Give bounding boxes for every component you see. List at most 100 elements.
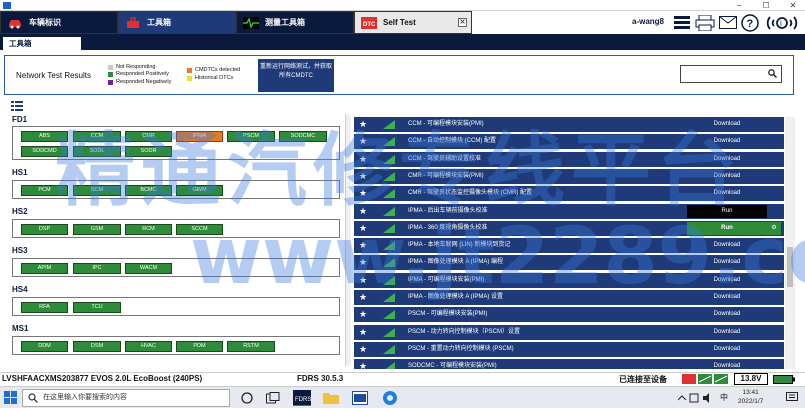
fdrs-app-icon[interactable]: FDRS <box>293 390 311 408</box>
tool-action-button[interactable]: Download <box>687 308 767 321</box>
module-button-pdm[interactable]: PDM <box>176 341 223 352</box>
module-button-sodl[interactable]: SODL <box>73 146 121 157</box>
tool-action-button[interactable]: Download <box>687 326 767 339</box>
settings-icon[interactable]: ⚙ <box>767 222 781 235</box>
module-button-gwm[interactable]: GWM <box>176 185 223 196</box>
left-scrollbar[interactable] <box>345 114 351 366</box>
tool-row[interactable]: ★ CCM - 驾驶员辅助设置校准 Download <box>354 152 784 168</box>
tool-row[interactable]: ★ IPMA - 后出车辆前摄像头校准 Run <box>354 204 784 220</box>
module-button-gsm[interactable]: GSM <box>73 224 121 235</box>
minimize-button[interactable]: − <box>728 0 750 11</box>
module-button-rfa[interactable]: RFA <box>21 302 68 313</box>
tool-action-button[interactable]: Download <box>687 274 767 287</box>
tool-row[interactable]: ★ PSCM - 可编程模块安装(PMI) Download <box>354 307 784 323</box>
module-button-abs[interactable]: ABS <box>21 131 68 142</box>
taskbar-search-input[interactable]: 在这里输入你要搜索的内容 <box>22 389 230 407</box>
module-button-cmr[interactable]: CMR <box>125 131 172 142</box>
tab-toolbox[interactable]: 工具箱 <box>118 11 236 34</box>
scroll-thumb[interactable] <box>787 247 793 287</box>
favorite-star-icon[interactable]: ★ <box>354 255 372 270</box>
favorite-star-icon[interactable]: ★ <box>354 134 372 149</box>
right-scrollbar[interactable] <box>785 117 795 369</box>
favorite-star-icon[interactable]: ★ <box>354 273 372 288</box>
system-tray-icons[interactable] <box>677 393 718 405</box>
module-button-dsm[interactable]: DSM <box>73 341 121 352</box>
favorite-star-icon[interactable]: ★ <box>354 221 372 236</box>
tool-row[interactable]: ★ IPMA - 图像处理模块 A (IPMA) 设置 Download <box>354 290 784 306</box>
module-button-wacm[interactable]: WACM <box>125 263 172 274</box>
tab-vehicle-id[interactable]: 车辆标识 <box>0 11 118 34</box>
favorite-star-icon[interactable]: ★ <box>354 169 372 184</box>
module-button-pscm[interactable]: PSCM <box>227 131 275 142</box>
tool-row[interactable]: ★ SODCMC - 可编程模块安装(PMI) Download <box>354 359 784 369</box>
tool-row[interactable]: ★ PSCM - 动力转向控制模块（PSCM）设置 Download <box>354 325 784 341</box>
maximize-button[interactable]: ☐ <box>755 0 777 11</box>
list-view-icon[interactable] <box>11 101 23 111</box>
tool-row[interactable]: ★ IPMA - 360 度视角摄像头校准 Run ⚙ <box>354 221 784 237</box>
system-clock[interactable]: 13:41 2022/1/7 <box>738 388 763 406</box>
module-button-tcu[interactable]: TCU <box>73 302 121 313</box>
menu-icon[interactable] <box>673 13 691 32</box>
module-button-bcmc[interactable]: BCMC <box>125 185 172 196</box>
multitask-icon[interactable] <box>266 392 280 406</box>
tool-row[interactable]: ★ IPMA - 图像处理模块 A (IPMA) 编程 Download <box>354 255 784 271</box>
tool-action-button[interactable]: Download <box>687 153 767 166</box>
search-icon[interactable] <box>768 69 778 80</box>
notification-icon[interactable] <box>786 392 798 405</box>
favorite-star-icon[interactable]: ★ <box>354 342 372 357</box>
subtab-toolbox[interactable]: 工具箱 <box>3 37 81 50</box>
module-button-dsp[interactable]: DSP <box>21 224 68 235</box>
tool-row[interactable]: ★ CCM - 可编程模块安装(PMI) Download <box>354 117 784 133</box>
close-tab-button[interactable]: ✕ <box>458 18 467 27</box>
tool-action-button[interactable]: Download <box>687 187 767 200</box>
favorite-star-icon[interactable]: ★ <box>354 152 372 167</box>
tool-row[interactable]: ★ CCM - 自动控制模块 (CCM) 配置 Download <box>354 134 784 150</box>
tool-action-button[interactable]: Run <box>687 222 767 235</box>
module-button-sodr[interactable]: SODR <box>125 146 172 157</box>
module-button-ipma[interactable]: IPMA <box>176 131 223 142</box>
ime-indicator[interactable]: 中 <box>720 392 728 403</box>
module-button-hvac[interactable]: HVAC <box>125 341 172 352</box>
windows-start-icon[interactable] <box>4 391 17 406</box>
favorite-star-icon[interactable]: ★ <box>354 117 372 132</box>
module-button-ccm[interactable]: CCM <box>73 131 121 142</box>
tool-row[interactable]: ★ CMR - 可编程模块安装(PMI) Download <box>354 169 784 185</box>
tab-measurement-toolbox[interactable]: 测量工具箱 <box>236 11 354 34</box>
tool-action-button[interactable]: Download <box>687 291 767 304</box>
tool-action-button[interactable]: Download <box>687 256 767 269</box>
favorite-star-icon[interactable]: ★ <box>354 238 372 253</box>
favorite-star-icon[interactable]: ★ <box>354 359 372 369</box>
favorite-star-icon[interactable]: ★ <box>354 204 372 219</box>
tool-row[interactable]: ★ CMR - 驾驶员状态监控摄像头模块 (CMR) 配置 Download <box>354 186 784 202</box>
module-button-scm[interactable]: SCM <box>73 185 121 196</box>
favorite-star-icon[interactable]: ★ <box>354 325 372 340</box>
module-button-rstm[interactable]: RSTM <box>227 341 275 352</box>
module-button-ddm[interactable]: DDM <box>21 341 68 352</box>
favorite-star-icon[interactable]: ★ <box>354 307 372 322</box>
tool-action-button[interactable]: Download <box>687 170 767 183</box>
vci-connection-icon[interactable]: i <box>762 13 802 32</box>
tool-action-button[interactable]: Download <box>687 360 767 369</box>
tool-action-button[interactable]: Download <box>687 343 767 356</box>
module-button-sodcmc[interactable]: SODCMC <box>279 131 327 142</box>
tool-row[interactable]: ★ PSCM - 重置动力转向控制模块 (PSCM) Download <box>354 342 784 358</box>
tool-action-button[interactable]: Download <box>687 135 767 148</box>
file-explorer-icon[interactable] <box>323 391 339 406</box>
print-icon[interactable] <box>694 13 716 32</box>
tool-action-button[interactable]: Download <box>687 118 767 131</box>
mail-icon[interactable] <box>718 13 738 32</box>
module-button-pcm[interactable]: PCM <box>21 185 68 196</box>
module-button-sccm[interactable]: SCCM <box>176 224 223 235</box>
favorite-star-icon[interactable]: ★ <box>354 186 372 201</box>
tool-row[interactable]: ★ IPMA - 可编程模块安装(PMI) Download <box>354 273 784 289</box>
app-window-icon[interactable] <box>352 391 368 407</box>
task-view-icon[interactable] <box>241 392 253 406</box>
tool-row[interactable]: ★ IPMA - 本地车联网 (LIN) 新模块到货记 Download <box>354 238 784 254</box>
favorite-star-icon[interactable]: ★ <box>354 290 372 305</box>
tab-self-test[interactable]: DTC Self Test ✕ <box>354 11 472 34</box>
user-name[interactable]: a-wang8 <box>632 17 664 26</box>
close-window-button[interactable]: ✕ <box>782 0 804 11</box>
rerun-network-test-button[interactable]: 重新运行网络测试，并获取所有CMDTC <box>258 59 334 92</box>
help-icon[interactable]: ? <box>740 13 760 32</box>
tool-action-button[interactable]: Download <box>687 239 767 252</box>
